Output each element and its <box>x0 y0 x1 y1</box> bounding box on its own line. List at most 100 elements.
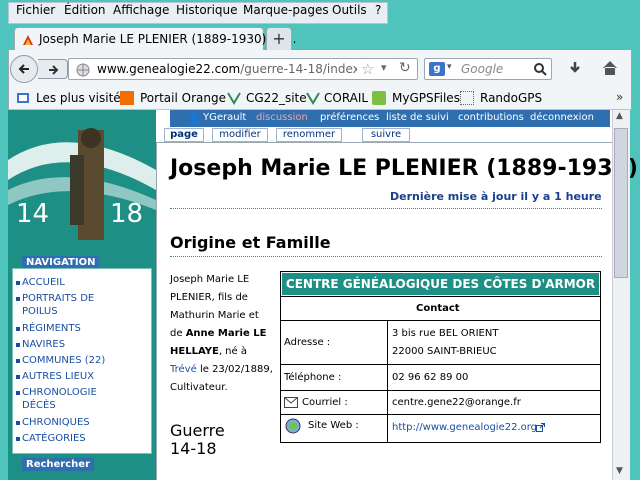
download-icon[interactable] <box>567 60 583 76</box>
logo-year-left: 14 <box>16 199 49 229</box>
nav-bullet-icon <box>16 343 20 347</box>
table-row-divider <box>280 390 601 391</box>
last-update: Dernière mise à jour il y a 1 heure <box>390 190 602 203</box>
forward-arrow-icon <box>49 65 59 75</box>
menu-affichage[interactable]: Affichage <box>113 3 169 17</box>
nav-bullet-icon <box>16 437 20 441</box>
birthplace-link[interactable]: Trévé <box>170 364 197 375</box>
contact-table-title: CENTRE GÉNÉALOGIQUE DES CÔTES D'ARMOR <box>282 273 599 295</box>
randogps-icon <box>460 91 474 105</box>
logo-year-right: 18 <box>110 199 143 229</box>
browser-window: Fichier Édition Affichage Historique Mar… <box>0 0 640 480</box>
back-arrow-icon <box>18 64 29 74</box>
bookmarks-overflow-icon[interactable]: » <box>616 90 623 104</box>
nav-item-chronologie[interactable]: CHRONOLOGIE DÉCÈS <box>22 386 122 412</box>
orange-icon <box>120 91 134 105</box>
divider <box>170 256 602 257</box>
email-label: Courriel : <box>302 397 348 408</box>
preferences-link[interactable]: préférences <box>320 112 379 123</box>
table-row-divider <box>280 364 601 365</box>
nav-bullet-icon <box>16 281 20 285</box>
most-visited-icon <box>17 93 29 103</box>
address-line-1: 3 bis rue BEL ORIENT <box>392 328 499 339</box>
watchlist-link[interactable]: liste de suivi <box>386 112 449 123</box>
logout-link[interactable]: déconnexion <box>530 112 594 123</box>
reload-icon[interactable]: ↻ <box>399 60 411 76</box>
scroll-up-icon[interactable]: ▲ <box>616 111 623 121</box>
contact-heading: Contact <box>416 303 460 314</box>
page-title: Joseph Marie LE PLENIER (1889-1930) <box>170 156 638 181</box>
user-link[interactable]: YGerault <box>203 112 246 123</box>
google-engine-icon[interactable]: g <box>429 62 445 76</box>
contributions-link[interactable]: contributions <box>458 112 524 123</box>
phone-value: 02 96 62 89 00 <box>392 372 469 383</box>
section-title: Origine et Famille <box>170 233 331 252</box>
nav-item-regiments[interactable]: RÉGIMENTS <box>22 322 81 335</box>
discussion-link[interactable]: discussion <box>256 112 308 123</box>
corail-icon <box>306 92 320 105</box>
search-placeholder: Google <box>461 62 504 76</box>
nav-item-categories[interactable]: CATÉGORIES <box>22 432 86 445</box>
user-icon: 👤 <box>187 112 201 125</box>
table-row-divider <box>280 296 601 297</box>
divider <box>170 208 602 209</box>
website-label: Site Web : <box>308 420 359 431</box>
nav-bullet-icon <box>16 421 20 425</box>
search-box-label: Rechercher <box>22 458 95 471</box>
nav-item-portraits[interactable]: PORTRAITS DE POILUS <box>22 292 132 318</box>
search-icon[interactable] <box>533 62 547 76</box>
new-tab-button[interactable]: + <box>266 27 292 51</box>
bookmark-randogps[interactable]: RandoGPS <box>480 91 542 105</box>
external-link-icon <box>536 423 545 432</box>
site-logo[interactable]: 14 18 <box>8 110 156 250</box>
menu-fichier[interactable]: Fichier <box>16 3 55 17</box>
bookmark-star-icon[interactable]: ☆ <box>361 60 374 78</box>
dropdown-chevron-icon[interactable]: ▾ <box>381 61 387 74</box>
mygps-icon <box>372 91 386 105</box>
website-link[interactable]: http://www.genealogie22.org <box>392 422 537 433</box>
scroll-down-icon[interactable]: ▼ <box>616 466 623 476</box>
nav-item-chroniques[interactable]: CHRONIQUES <box>22 416 90 429</box>
nav-bullet-icon <box>16 359 20 363</box>
nav-item-accueil[interactable]: ACCUEIL <box>22 276 65 289</box>
phone-label: Téléphone : <box>284 372 342 383</box>
nav-bullet-icon <box>16 327 20 331</box>
bookmark-mygpsfiles[interactable]: MyGPSFiles <box>392 91 460 105</box>
search-bar[interactable]: g ▾ Google <box>424 58 552 80</box>
email-icon <box>284 397 298 408</box>
table-row-divider <box>280 320 601 321</box>
forward-button[interactable] <box>38 59 68 79</box>
cg22-icon <box>227 92 241 105</box>
tab-page[interactable]: page <box>164 128 204 142</box>
bookmark-most-visited[interactable]: Les plus visités <box>36 91 127 105</box>
email-value[interactable]: centre.gene22@orange.fr <box>392 397 521 408</box>
tab-title: Joseph Marie LE PLENIER (1889-1930) - L.… <box>39 32 297 46</box>
menu-edition[interactable]: Édition <box>64 3 106 17</box>
globe-icon <box>76 63 90 77</box>
tab-active[interactable]: Joseph Marie LE PLENIER (1889-1930) - L.… <box>14 27 296 51</box>
scrollbar-thumb[interactable] <box>614 128 628 278</box>
menu-help[interactable]: ? <box>375 3 381 17</box>
tab-modifier[interactable]: modifier <box>212 128 268 142</box>
home-icon[interactable] <box>601 59 619 77</box>
tab-renommer[interactable]: renommer <box>276 128 342 142</box>
bookmark-portail-orange[interactable]: Portail Orange <box>140 91 226 105</box>
nav-bullet-icon <box>16 391 20 395</box>
website-icon <box>285 418 301 434</box>
url-text: www.genealogie22.com/guerre-14-18/index.… <box>97 62 357 76</box>
nav-item-communes[interactable]: COMMUNES (22) <box>22 354 105 367</box>
nav-item-navires[interactable]: NAVIRES <box>22 338 65 351</box>
tab-suivre[interactable]: suivre <box>362 128 410 142</box>
table-column-divider <box>387 320 388 443</box>
bookmark-cg22-site[interactable]: CG22_site <box>246 91 307 105</box>
menu-outils[interactable]: Outils <box>332 3 367 17</box>
menu-historique[interactable]: Historique <box>176 3 238 17</box>
address-label: Adresse : <box>284 337 331 348</box>
url-bar[interactable]: www.genealogie22.com/guerre-14-18/index.… <box>68 58 418 80</box>
bookmark-corail[interactable]: CORAIL <box>324 91 368 105</box>
menu-marque-pages[interactable]: Marque-pages <box>243 3 329 17</box>
nav-item-autres-lieux[interactable]: AUTRES LIEUX <box>22 370 94 383</box>
engine-dropdown-icon[interactable]: ▾ <box>447 62 452 72</box>
back-button[interactable] <box>10 55 38 83</box>
nav-bullet-icon <box>16 375 20 379</box>
